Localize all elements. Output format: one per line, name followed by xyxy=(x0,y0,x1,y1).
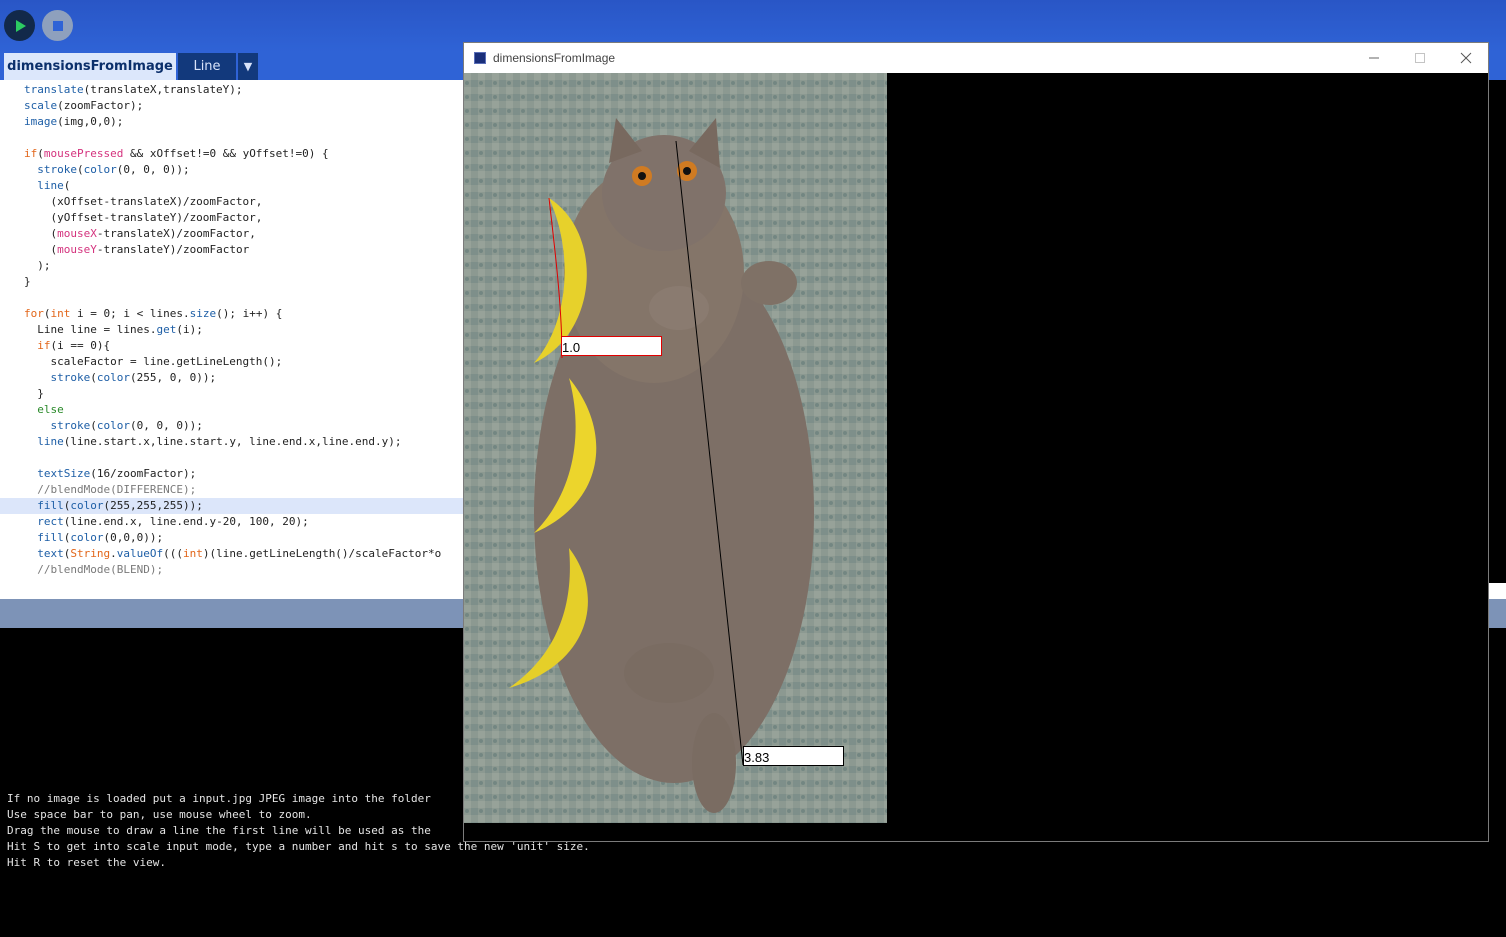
code-line-text: } xyxy=(24,275,31,288)
code-line-text: } xyxy=(24,387,44,400)
code-line[interactable]: (yOffset-translateY)/zoomFactor, xyxy=(0,210,464,226)
code-line-text: image(img,0,0); xyxy=(24,115,124,128)
code-line-text: stroke(color(255, 0, 0)); xyxy=(50,371,217,384)
tab-line[interactable]: Line xyxy=(178,53,236,80)
code-line[interactable]: else xyxy=(0,402,464,418)
code-line-text: rect(line.end.x, line.end.y-20, 100, 20)… xyxy=(37,515,309,528)
code-line[interactable]: fill(color(255,255,255)); xyxy=(0,498,464,514)
code-line[interactable]: } xyxy=(0,274,464,290)
code-line[interactable]: ); xyxy=(0,258,464,274)
code-line-text: //blendMode(DIFFERENCE); xyxy=(24,483,197,496)
run-button[interactable] xyxy=(4,10,35,41)
code-line[interactable]: fill(color(0,0,0)); xyxy=(0,530,464,546)
code-line-text: if(mousePressed && xOffset!=0 && yOffset… xyxy=(24,147,329,160)
code-line[interactable]: stroke(color(0, 0, 0)); xyxy=(0,162,464,178)
code-line-text: scaleFactor = line.getLineLength(); xyxy=(24,355,283,368)
code-line[interactable] xyxy=(0,290,464,306)
code-line-text: textSize(16/zoomFactor); xyxy=(37,467,197,480)
stop-icon xyxy=(52,20,63,31)
code-line[interactable] xyxy=(0,450,464,466)
code-line[interactable]: stroke(color(0, 0, 0)); xyxy=(0,418,464,434)
minimize-button[interactable] xyxy=(1351,43,1397,73)
measured-value-label: 3.83 xyxy=(743,746,844,766)
code-line[interactable]: stroke(color(255, 0, 0)); xyxy=(0,370,464,386)
code-line-text: text(String.valueOf(((int)(line.getLineL… xyxy=(37,547,442,560)
code-line-text: else xyxy=(37,403,64,416)
code-line-text: line(line.start.x,line.start.y, line.end… xyxy=(37,435,402,448)
console-line: Hit R to reset the view. xyxy=(7,856,166,869)
code-line[interactable]: (xOffset-translateX)/zoomFactor, xyxy=(0,194,464,210)
code-line[interactable]: (mouseX-translateX)/zoomFactor, xyxy=(0,226,464,242)
code-line[interactable]: textSize(16/zoomFactor); xyxy=(0,466,464,482)
code-line[interactable]: //blendMode(BLEND); xyxy=(0,562,464,578)
code-line-text: Line line = lines.get(i); xyxy=(24,323,203,336)
code-line-text: (yOffset-translateY)/zoomFactor, xyxy=(24,211,263,224)
tab-dimensions-from-image[interactable]: dimensionsFromImage xyxy=(4,53,176,80)
stop-button[interactable] xyxy=(42,10,73,41)
window-title: dimensionsFromImage xyxy=(493,51,616,65)
app-icon xyxy=(474,52,486,64)
code-line[interactable]: //blendMode(DIFFERENCE); xyxy=(0,482,464,498)
code-line[interactable]: line(line.start.x,line.start.y, line.end… xyxy=(0,434,464,450)
sketch-window[interactable]: dimensionsFromImage 1.0 3.83 xyxy=(463,42,1489,842)
code-line-text: (mouseY-translateY)/zoomFactor xyxy=(24,243,250,256)
tab-menu-chevron-down-icon[interactable]: ▼ xyxy=(238,53,258,80)
sketch-canvas[interactable]: 1.0 3.83 xyxy=(464,73,1488,841)
code-line-text: //blendMode(BLEND); xyxy=(24,563,164,576)
console-line: If no image is loaded put a input.jpg JP… xyxy=(7,792,431,805)
code-line[interactable]: line( xyxy=(0,178,464,194)
code-line-text: line( xyxy=(37,179,71,192)
code-line[interactable]: for(int i = 0; i < lines.size(); i++) { xyxy=(0,306,464,322)
code-line[interactable] xyxy=(0,130,464,146)
code-line-text: fill(color(0,0,0)); xyxy=(37,531,164,544)
code-line-text: translate(translateX,translateY); xyxy=(24,83,243,96)
code-line[interactable]: text(String.valueOf(((int)(line.getLineL… xyxy=(0,546,464,562)
code-line[interactable]: scaleFactor = line.getLineLength(); xyxy=(0,354,464,370)
code-line[interactable]: image(img,0,0); xyxy=(0,114,464,130)
code-line-text: scale(zoomFactor); xyxy=(24,99,144,112)
maximize-button[interactable] xyxy=(1397,43,1443,73)
close-icon xyxy=(1460,52,1472,64)
code-line-text: stroke(color(0, 0, 0)); xyxy=(50,419,203,432)
code-line[interactable]: (mouseY-translateY)/zoomFactor xyxy=(0,242,464,258)
close-button[interactable] xyxy=(1443,43,1489,73)
code-editor[interactable]: translate(translateX,translateY); scale(z… xyxy=(0,80,464,583)
code-line[interactable]: if(i == 0){ xyxy=(0,338,464,354)
code-line-text: (mouseX-translateX)/zoomFactor, xyxy=(24,227,256,240)
code-line-text: ); xyxy=(24,259,51,272)
play-icon xyxy=(15,19,26,32)
code-line[interactable]: if(mousePressed && xOffset!=0 && yOffset… xyxy=(0,146,464,162)
reference-value-label: 1.0 xyxy=(561,336,662,356)
code-line-text: for(int i = 0; i < lines.size(); i++) { xyxy=(24,307,283,320)
code-line[interactable]: Line line = lines.get(i); xyxy=(0,322,464,338)
code-line-text: (xOffset-translateX)/zoomFactor, xyxy=(24,195,263,208)
code-line[interactable]: } xyxy=(0,386,464,402)
console-line: Use space bar to pan, use mouse wheel to… xyxy=(7,808,312,821)
console-line: Drag the mouse to draw a line the first … xyxy=(7,824,431,837)
code-line[interactable]: translate(translateX,translateY); xyxy=(0,82,464,98)
code-line[interactable]: scale(zoomFactor); xyxy=(0,98,464,114)
cat-banana-photo xyxy=(464,73,887,823)
code-line-text: fill(color(255,255,255)); xyxy=(37,499,203,512)
maximize-icon xyxy=(1415,53,1425,63)
sketch-titlebar[interactable]: dimensionsFromImage xyxy=(464,43,1488,73)
minimize-icon xyxy=(1369,57,1379,59)
code-line-text: stroke(color(0, 0, 0)); xyxy=(37,163,190,176)
code-line[interactable]: rect(line.end.x, line.end.y-20, 100, 20)… xyxy=(0,514,464,530)
code-line-text: if(i == 0){ xyxy=(37,339,111,352)
